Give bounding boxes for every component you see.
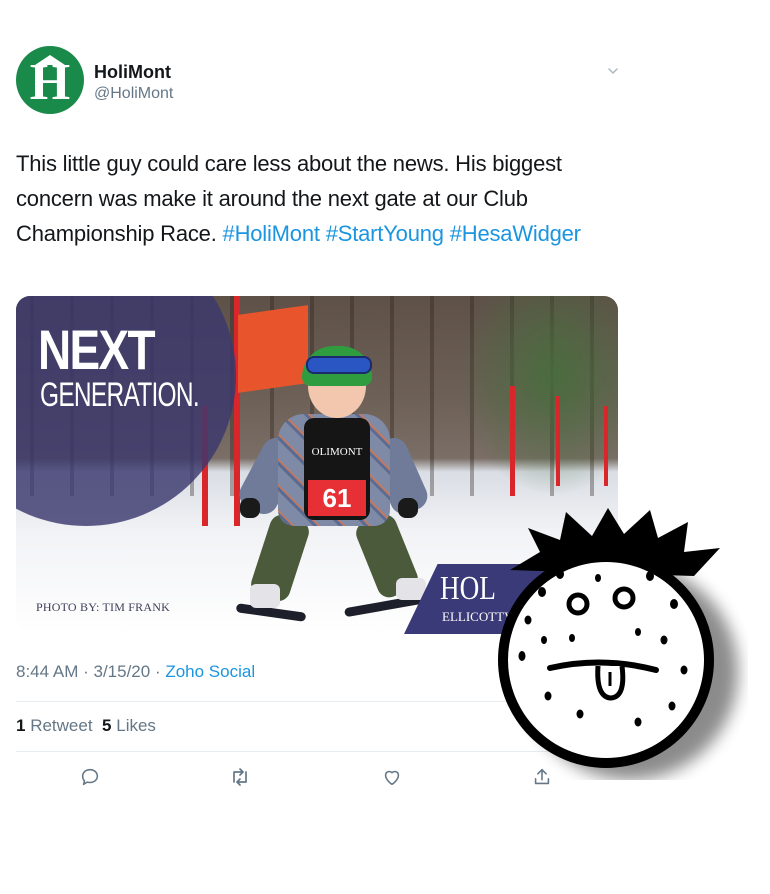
meta-separator: · (78, 662, 94, 681)
background-greenery (458, 296, 618, 496)
heart-icon (384, 770, 400, 786)
goggles (306, 356, 372, 374)
tweet-date[interactable]: 3/15/20 (93, 662, 150, 681)
avatar-roof-shape (35, 55, 65, 65)
glove-left (240, 498, 260, 518)
photo-credit: PHOTO BY: TIM FRANK (36, 600, 170, 614)
meta-separator: · (150, 662, 166, 681)
reply-button[interactable] (70, 760, 110, 794)
hashtag-startyoung[interactable]: #StartYoung (326, 221, 444, 246)
retweet-count: 1 (16, 716, 26, 735)
boot-right (396, 578, 426, 600)
bib-brand: OLIMONT (311, 446, 363, 458)
tweet-source[interactable]: Zoho Social (165, 662, 255, 681)
overlay-generation: GENERATION. (40, 376, 200, 414)
tweet-stats: 1 Retweet 5 Likes (16, 716, 156, 736)
display-name[interactable]: HoliMont (94, 62, 171, 83)
user-handle[interactable]: @HoliMont (94, 85, 173, 103)
overlay-next: NEXT (38, 318, 156, 381)
reply-icon (81, 768, 99, 786)
retweet-stat[interactable]: 1 Retweet (16, 716, 93, 735)
bib-number: 61 (308, 480, 366, 516)
retweet-button[interactable] (220, 760, 260, 794)
likes-stat[interactable]: 5 Likes (102, 716, 156, 735)
like-button[interactable] (372, 760, 412, 794)
gate-pole (510, 386, 515, 496)
tweet-text: This little guy could care less about th… (16, 146, 616, 251)
hashtag-hesawidger[interactable]: #HesaWidger (450, 221, 581, 246)
gate-pole (556, 396, 560, 486)
likes-label: Likes (116, 716, 156, 735)
chevron-down-icon[interactable] (606, 64, 620, 78)
boot-left (250, 584, 280, 608)
retweet-label: Retweet (30, 716, 93, 735)
likes-count: 5 (102, 716, 112, 735)
tweet-time[interactable]: 8:44 AM (16, 662, 78, 681)
cartoon-face-sticker (498, 508, 738, 780)
glove-right (398, 498, 418, 518)
tweet-meta: 8:44 AM · 3/15/20 · Zoho Social (16, 662, 255, 682)
avatar[interactable]: H (16, 46, 84, 114)
hashtag-holimont[interactable]: #HoliMont (223, 221, 320, 246)
retweet-icon (233, 768, 247, 786)
gate-pole (604, 406, 608, 486)
child-skier: OLIMONT 61 (234, 346, 441, 626)
